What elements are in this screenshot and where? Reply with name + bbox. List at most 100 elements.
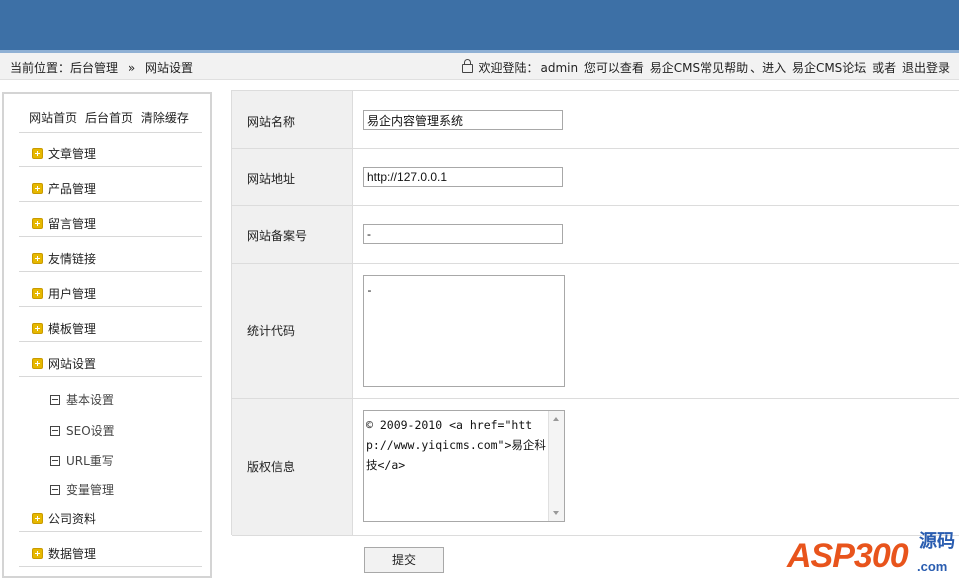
sidebar-subitem-url[interactable]: URL重写	[50, 452, 114, 469]
submit-button[interactable]: 提交	[364, 547, 444, 573]
form-value-cell: © 2009-2010 <a href="http://www.yiqicms.…	[353, 399, 959, 535]
welcome-text: 欢迎登陆：	[478, 61, 539, 75]
sidebar-item-messages[interactable]: 留言管理	[32, 215, 96, 232]
breadcrumb-separator: »	[127, 61, 136, 75]
scroll-down-arrow-icon[interactable]	[553, 511, 559, 515]
plus-icon	[32, 513, 43, 524]
minus-icon	[50, 485, 60, 495]
plus-icon	[32, 548, 43, 559]
sidebar-subitem-variables[interactable]: 变量管理	[50, 481, 114, 498]
form-row-stats-code: 统计代码 -	[232, 264, 959, 399]
sidebar-item-label: 文章管理	[48, 147, 97, 161]
sidebar-item-links[interactable]: 友情链接	[32, 250, 96, 267]
logout-link[interactable]: 退出登录	[902, 61, 950, 75]
copyright-label: 版权信息	[247, 460, 296, 474]
icp-label: 网站备案号	[247, 229, 308, 243]
divider	[19, 166, 202, 167]
plus-icon	[32, 218, 43, 229]
sidebar-subitem-seo[interactable]: SEO设置	[50, 422, 115, 439]
sidebar-item-label: 用户管理	[48, 287, 97, 301]
site-name-label: 网站名称	[247, 115, 296, 129]
sidebar: 网站首页 后台首页 清除缓存 文章管理 产品管理 留言管理 友情链接 用户管理 …	[2, 92, 212, 578]
icp-input[interactable]	[363, 224, 563, 244]
plus-icon	[32, 183, 43, 194]
minus-icon	[50, 456, 60, 466]
form-label-cell: 统计代码	[232, 264, 353, 398]
divider	[19, 341, 202, 342]
textarea-scrollbar[interactable]	[548, 411, 564, 521]
sidebar-item-label: 留言管理	[48, 217, 97, 231]
form-label-cell: 网站名称	[232, 91, 353, 148]
sidebar-subitem-basic[interactable]: 基本设置	[50, 391, 114, 408]
site-home-link[interactable]: 网站首页	[29, 111, 77, 125]
username: admin	[540, 61, 579, 75]
watermark-brand: ASP300	[787, 537, 909, 575]
sidebar-item-users[interactable]: 用户管理	[32, 285, 96, 302]
welcome-mid-text: 您可以查看	[583, 61, 644, 75]
plus-icon	[32, 358, 43, 369]
plus-icon	[32, 253, 43, 264]
sidebar-item-label: 产品管理	[48, 182, 97, 196]
divider	[19, 531, 202, 532]
form-value-cell	[353, 91, 959, 148]
sidebar-item-label: 网站设置	[48, 357, 97, 371]
plus-icon	[32, 148, 43, 159]
form-label-cell: 网站备案号	[232, 206, 353, 263]
sidebar-item-company[interactable]: 公司资料	[32, 510, 96, 527]
plus-icon	[32, 323, 43, 334]
copyright-textarea[interactable]: © 2009-2010 <a href="http://www.yiqicms.…	[363, 410, 565, 522]
divider	[19, 376, 202, 377]
sidebar-item-label: 友情链接	[48, 252, 97, 266]
sidebar-item-products[interactable]: 产品管理	[32, 180, 96, 197]
watermark-cn: 源码	[919, 531, 955, 552]
admin-home-link[interactable]: 后台首页	[85, 111, 133, 125]
sidebar-top-links: 网站首页 后台首页 清除缓存	[16, 109, 202, 126]
minus-icon	[50, 395, 60, 405]
help-link[interactable]: 易企CMS常见帮助	[650, 61, 748, 75]
divider	[19, 306, 202, 307]
breadcrumb: 当前位置：后台管理 » 网站设置	[10, 59, 193, 76]
sidebar-item-data[interactable]: 数据管理	[32, 545, 96, 562]
breadcrumb-prefix: 当前位置：后台管理	[10, 61, 119, 75]
form-row-site-name: 网站名称	[232, 91, 959, 149]
plus-icon	[32, 288, 43, 299]
clear-cache-link[interactable]: 清除缓存	[141, 111, 189, 125]
form-value-cell	[353, 149, 959, 205]
top-banner	[0, 0, 959, 53]
sidebar-item-articles[interactable]: 文章管理	[32, 145, 96, 162]
site-url-label: 网站地址	[247, 172, 296, 186]
asp300-watermark-logo: ASP300 源码 .com	[785, 525, 955, 580]
site-url-input[interactable]	[363, 167, 563, 187]
welcome-join-text: 、进入	[750, 61, 787, 75]
scroll-up-arrow-icon[interactable]	[553, 417, 559, 421]
form-row-copyright: 版权信息 © 2009-2010 <a href="http://www.yiq…	[232, 399, 959, 536]
lock-icon	[462, 59, 474, 73]
form-value-cell	[353, 206, 959, 263]
breadcrumb-bar: 当前位置：后台管理 » 网站设置 欢迎登陆： admin 您可以查看 易企CMS常…	[0, 53, 959, 80]
sidebar-subitem-label: SEO设置	[66, 424, 115, 438]
sidebar-item-label: 公司资料	[48, 512, 97, 526]
welcome-info: 欢迎登陆： admin 您可以查看 易企CMS常见帮助 、进入 易企CMS论坛 或者…	[460, 59, 950, 76]
sidebar-subitem-label: URL重写	[66, 454, 114, 468]
stats-code-text: -	[366, 283, 373, 297]
sidebar-subitem-label: 基本设置	[66, 393, 115, 407]
site-name-input[interactable]	[363, 110, 563, 130]
breadcrumb-current: 网站设置	[145, 61, 194, 75]
form-label-cell: 网站地址	[232, 149, 353, 205]
settings-form: 网站名称 网站地址 网站备案号 统计代码 - 版权信息 © 2009-2010 …	[231, 90, 959, 536]
welcome-or-text: 或者	[872, 61, 897, 75]
forum-link[interactable]: 易企CMS论坛	[792, 61, 866, 75]
minus-icon	[50, 426, 60, 436]
watermark-domain: .com	[917, 559, 948, 574]
copyright-text: © 2009-2010 <a href="http://www.yiqicms.…	[366, 418, 546, 472]
sidebar-item-site-settings[interactable]: 网站设置	[32, 355, 96, 372]
stats-label: 统计代码	[247, 324, 296, 338]
sidebar-item-label: 模板管理	[48, 322, 97, 336]
sidebar-item-templates[interactable]: 模板管理	[32, 320, 96, 337]
form-value-cell: -	[353, 264, 959, 398]
divider	[19, 566, 202, 567]
divider	[19, 201, 202, 202]
stats-code-textarea[interactable]: -	[363, 275, 565, 387]
divider	[19, 271, 202, 272]
divider	[19, 236, 202, 237]
